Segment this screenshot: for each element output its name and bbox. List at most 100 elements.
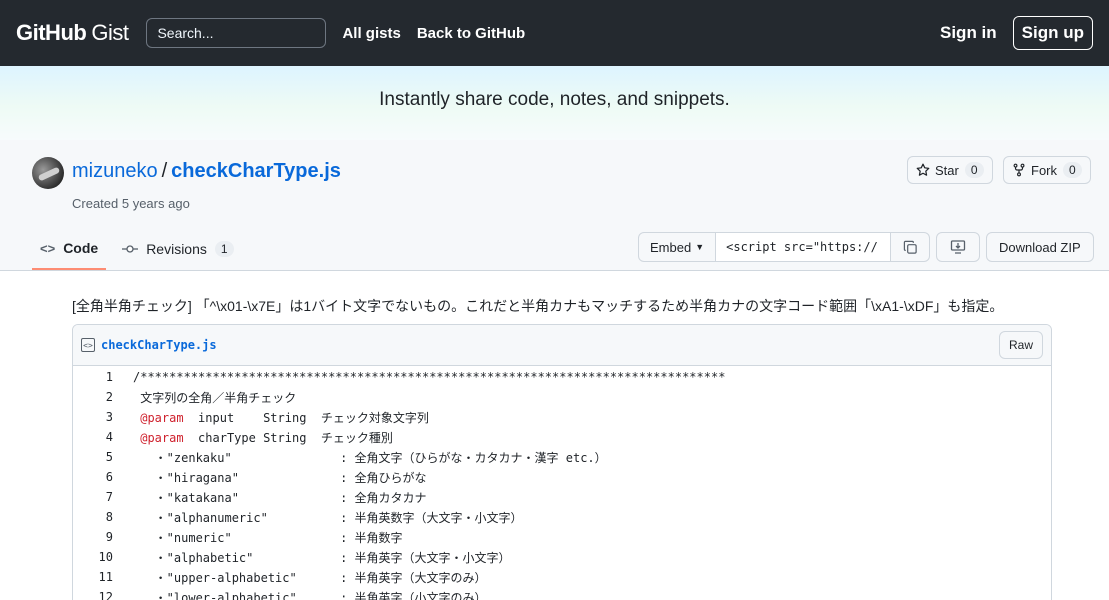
desktop-download-icon: [950, 239, 966, 255]
line-content: ・"alphanumeric" : 半角英数字（大文字・小文字）: [129, 509, 523, 526]
line-text: ・"numeric" : 半角数字: [133, 530, 403, 545]
created-timestamp: Created 5 years ago: [72, 196, 190, 211]
line-number[interactable]: 5: [73, 450, 129, 464]
star-count: 0: [964, 162, 984, 178]
code-line: 12 ・"lower-alphabetic" : 半角英字（小文字のみ）: [73, 587, 1051, 600]
github-gist-logo[interactable]: GitHub Gist: [16, 20, 129, 46]
fork-button[interactable]: Fork 0: [1003, 156, 1091, 184]
line-content: ・"lower-alphabetic" : 半角英字（小文字のみ）: [129, 589, 487, 600]
line-content: ・"numeric" : 半角数字: [129, 529, 403, 546]
caret-down-icon: ▼: [695, 242, 705, 252]
fork-icon: [1012, 163, 1026, 177]
line-content: /***************************************…: [129, 370, 725, 384]
logo-github-text: GitHub: [16, 20, 87, 45]
file-header: <> checkCharType.js Raw: [73, 325, 1051, 366]
line-number[interactable]: 1: [73, 370, 129, 384]
star-label: Star: [935, 162, 959, 178]
line-text: ・"lower-alphabetic" : 半角英字（小文字のみ）: [133, 590, 487, 600]
line-text: /***************************************…: [133, 370, 726, 384]
line-content: ・"alphabetic" : 半角英字（大文字・小文字）: [129, 549, 511, 566]
revisions-count: 1: [214, 241, 234, 257]
code-line: 3 @param input String チェック対象文字列: [73, 407, 1051, 427]
code-line: 9 ・"numeric" : 半角数字: [73, 527, 1051, 547]
line-number[interactable]: 10: [73, 550, 129, 564]
sign-up-button[interactable]: Sign up: [1012, 16, 1093, 50]
file-code-icon: <>: [81, 338, 95, 352]
copy-button[interactable]: [891, 232, 931, 262]
search-input[interactable]: [146, 18, 327, 48]
sign-in-link[interactable]: Sign in: [940, 23, 997, 43]
line-text: ・"alphanumeric" : 半角英数字（大文字・小文字）: [133, 510, 523, 525]
title-separator: /: [161, 160, 168, 182]
line-text: ・"hiragana" : 全角ひらがな: [133, 470, 427, 485]
code-line: 8 ・"alphanumeric" : 半角英数字（大文字・小文字）: [73, 507, 1051, 527]
line-content: @param charType String チェック種別: [129, 429, 393, 446]
line-text: charType String チェック種別: [183, 430, 393, 445]
logo-gist-text: Gist: [91, 20, 129, 45]
embed-select[interactable]: Embed ▼: [638, 232, 717, 262]
hero-text: Instantly share code, notes, and snippet…: [379, 89, 730, 110]
code-icon: <>: [40, 240, 56, 256]
embed-code-input[interactable]: [716, 232, 892, 262]
embed-group: Embed ▼: [638, 232, 931, 262]
star-button[interactable]: Star 0: [907, 156, 993, 184]
file-box: <> checkCharType.js Raw 1 /**************…: [72, 324, 1052, 600]
code-line: 6 ・"hiragana" : 全角ひらがな: [73, 467, 1051, 487]
line-number[interactable]: 9: [73, 530, 129, 544]
download-zip-button[interactable]: Download ZIP: [986, 232, 1094, 262]
line-content: 文字列の全角／半角チェック: [129, 389, 296, 406]
tab-revisions[interactable]: Revisions 1: [114, 228, 241, 270]
line-content: ・"upper-alphabetic" : 半角英字（大文字のみ）: [129, 569, 487, 586]
code-line: 5 ・"zenkaku" : 全角文字（ひらがな・カタカナ・漢字 etc.）: [73, 447, 1051, 467]
line-text: ・"katakana" : 全角カタカナ: [133, 490, 427, 505]
file-name-link[interactable]: checkCharType.js: [101, 338, 217, 352]
gist-title: mizuneko / checkCharType.js: [72, 160, 341, 183]
commit-icon: [122, 244, 139, 254]
line-number[interactable]: 12: [73, 590, 129, 600]
line-content: ・"hiragana" : 全角ひらがな: [129, 469, 427, 486]
line-number[interactable]: 11: [73, 570, 129, 584]
copy-icon: [903, 240, 918, 255]
tab-revisions-label: Revisions: [146, 241, 207, 257]
gist-description: [全角半角チェック] 「^\x01-\x7E」は1バイト文字でないもの。これだと…: [72, 298, 1004, 314]
line-text: 文字列の全角／半角チェック: [140, 390, 297, 405]
line-number[interactable]: 3: [73, 410, 129, 424]
nav-back-to-github[interactable]: Back to GitHub: [417, 25, 525, 42]
code-line: 2 文字列の全角／半角チェック: [73, 387, 1051, 407]
line-number[interactable]: 8: [73, 510, 129, 524]
star-icon: [916, 163, 930, 177]
code-line: 1 /**************************************…: [73, 367, 1051, 387]
code-view: 1 /**************************************…: [73, 366, 1051, 600]
gist-filename-link[interactable]: checkCharType.js: [171, 160, 341, 183]
hero-banner: Instantly share code, notes, and snippet…: [0, 66, 1109, 140]
line-text: input String チェック対象文字列: [183, 410, 429, 425]
embed-label: Embed: [650, 239, 692, 255]
line-number[interactable]: 2: [73, 390, 129, 404]
line-content: @param input String チェック対象文字列: [129, 409, 429, 426]
raw-button[interactable]: Raw: [998, 331, 1043, 359]
code-line: 4 @param charType String チェック種別: [73, 427, 1051, 447]
line-content: ・"zenkaku" : 全角文字（ひらがな・カタカナ・漢字 etc.）: [129, 449, 607, 466]
top-navbar: GitHub Gist All gists Back to GitHub Sig…: [0, 0, 1109, 66]
line-text: ・"alphabetic" : 半角英字（大文字・小文字）: [133, 550, 511, 565]
avatar[interactable]: [32, 157, 64, 189]
line-text: ・"upper-alphabetic" : 半角英字（大文字のみ）: [133, 570, 487, 585]
jsdoc-tag: @param: [140, 410, 184, 425]
code-line: 10 ・"alphabetic" : 半角英字（大文字・小文字）: [73, 547, 1051, 567]
nav-all-gists[interactable]: All gists: [342, 25, 400, 42]
line-text: ・"zenkaku" : 全角文字（ひらがな・カタカナ・漢字 etc.）: [133, 450, 607, 465]
code-line: 11 ・"upper-alphabetic" : 半角英字（大文字のみ）: [73, 567, 1051, 587]
line-content: ・"katakana" : 全角カタカナ: [129, 489, 427, 506]
tab-code-label: Code: [63, 240, 99, 256]
fork-label: Fork: [1031, 162, 1057, 178]
open-desktop-button[interactable]: [936, 232, 980, 262]
gist-tabs: <> Code Revisions 1: [32, 228, 242, 270]
line-number[interactable]: 6: [73, 470, 129, 484]
jsdoc-tag: @param: [140, 430, 184, 445]
code-line: 7 ・"katakana" : 全角カタカナ: [73, 487, 1051, 507]
fork-count: 0: [1063, 162, 1082, 178]
line-number[interactable]: 7: [73, 490, 129, 504]
owner-link[interactable]: mizuneko: [72, 160, 158, 183]
line-number[interactable]: 4: [73, 430, 129, 444]
tab-code[interactable]: <> Code: [32, 228, 107, 270]
